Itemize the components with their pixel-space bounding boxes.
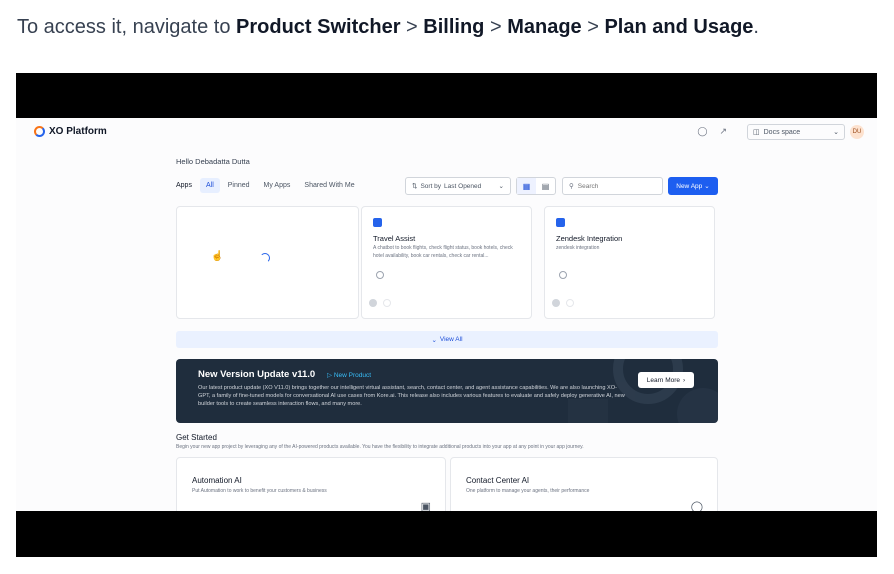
workspace-selector[interactable]: ◫ Docs space ⌄ [747, 124, 845, 140]
version-update-banner: New Version Update v11.0 ▷ New Product O… [176, 359, 718, 423]
path-product-switcher: Product Switcher [236, 16, 401, 38]
app-title: Zendesk Integration [556, 234, 623, 243]
owner-avatar [552, 299, 560, 307]
intro-prefix: To access it, navigate to [17, 16, 237, 38]
logo-icon [34, 126, 45, 137]
automation-ai-card[interactable]: Automation AI Put Automation to work to … [176, 457, 446, 511]
path-separator: > [484, 16, 508, 38]
get-started-subtitle: Begin your new app project by leveraging… [176, 444, 584, 450]
intro-suffix: . [753, 16, 759, 38]
card-footer [369, 299, 391, 307]
chevron-down-icon: ⌄ [833, 129, 839, 136]
bot-icon [559, 271, 567, 279]
path-manage: Manage [507, 16, 582, 38]
app-icon [373, 218, 382, 227]
get-started-title: Get Started [176, 433, 217, 442]
filter-shared-with-me[interactable]: Shared With Me [298, 178, 360, 193]
app-description: zendesk integration [556, 245, 600, 251]
video-player[interactable]: XO Platform ◯ ↗ ◫ Docs space ⌄ DU Hello … [16, 73, 877, 557]
path-separator: > [581, 16, 605, 38]
workspace-name: Docs space [763, 128, 801, 136]
logo-text: XO Platform [49, 126, 107, 137]
new-app-label: New App [676, 182, 703, 190]
search-input[interactable] [577, 182, 648, 190]
filter-pinned[interactable]: Pinned [222, 178, 256, 193]
product-description: Put Automation to work to benefit your c… [192, 488, 327, 494]
view-toggle: ▦ ▤ [516, 177, 556, 195]
more-icon[interactable] [566, 299, 574, 307]
view-all-button[interactable]: ⌄ View All [176, 331, 718, 348]
list-view-icon[interactable]: ▤ [536, 178, 555, 194]
contact-center-ai-card[interactable]: Contact Center AI One platform to manage… [450, 457, 718, 511]
loading-spinner-icon [260, 253, 270, 263]
filter-all[interactable]: All [199, 178, 220, 193]
banner-title: New Version Update v11.0 [198, 369, 316, 380]
product-description: One platform to manage your agents, thei… [466, 488, 590, 494]
filter-my-apps[interactable]: My Apps [258, 178, 297, 193]
apps-label: Apps [176, 182, 192, 189]
chevron-down-icon: ⌄ [704, 183, 710, 190]
badge-label: New Product [333, 372, 372, 379]
learn-more-label: Learn More [646, 376, 681, 384]
app-icon [556, 218, 565, 227]
robot-icon: ▣ [420, 501, 431, 511]
grid-view-icon[interactable]: ▦ [517, 178, 536, 194]
headset-icon: ◯ [690, 501, 703, 511]
learn-more-button[interactable]: Learn More › [638, 372, 694, 388]
chevron-down-icon: ⌄ [498, 183, 504, 190]
banner-body: Our latest product update (XO V11.0) bri… [198, 385, 625, 408]
search-icon: ⚲ [569, 183, 574, 190]
sort-value: Last Opened [444, 182, 482, 190]
app-card-zendesk-integration[interactable]: Zendesk Integration zendesk integration [544, 206, 715, 319]
greeting: Hello Debadatta Dutta [176, 157, 250, 166]
card-footer [552, 299, 574, 307]
logo[interactable]: XO Platform [34, 126, 107, 137]
new-product-badge: ▷ New Product [327, 372, 372, 379]
workspace-icon: ◫ [753, 129, 760, 136]
notification-icon[interactable]: ↗ [719, 126, 727, 137]
search-box: ⚲ [562, 177, 663, 195]
path-billing: Billing [423, 16, 485, 38]
path-separator: > [400, 16, 424, 38]
help-icon[interactable]: ◯ [697, 126, 707, 137]
app-card-travel-assist[interactable]: Travel Assist A chatbot to book flights,… [361, 206, 532, 319]
owner-avatar [369, 299, 377, 307]
sort-label: Sort by [420, 182, 442, 190]
path-plan-and-usage: Plan and Usage [604, 16, 754, 38]
avatar[interactable]: DU [850, 125, 864, 139]
chevron-down-icon: ⌄ [431, 336, 437, 344]
hand-cursor-icon: ☝ [211, 251, 224, 262]
app-filters: Apps All Pinned My Apps Shared With Me [176, 178, 361, 193]
product-title: Contact Center AI [466, 476, 530, 485]
app-card-loading[interactable]: ☝ [176, 206, 359, 319]
more-icon[interactable] [383, 299, 391, 307]
new-app-button[interactable]: New App ⌄ [668, 177, 718, 195]
sort-icon: ⇅ [412, 183, 418, 190]
top-icons: ◯ ↗ [697, 126, 727, 137]
product-title: Automation AI [192, 476, 242, 485]
chevron-right-icon: › [683, 376, 686, 384]
intro-text: To access it, navigate to Product Switch… [17, 16, 759, 39]
app-screenshot: XO Platform ◯ ↗ ◫ Docs space ⌄ DU Hello … [16, 118, 877, 511]
app-title: Travel Assist [373, 234, 416, 243]
bot-icon [376, 271, 384, 279]
view-all-label: View All [439, 336, 463, 343]
app-description: A chatbot to book flights, check flight … [373, 245, 513, 259]
sort-dropdown[interactable]: ⇅ Sort by Last Opened ⌄ [405, 177, 511, 195]
